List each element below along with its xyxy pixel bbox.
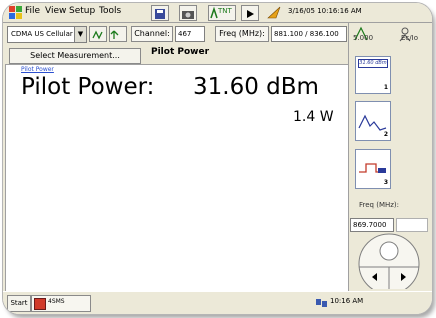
measurement-thumb-2[interactable]: 2 (355, 101, 391, 141)
status-datetime: 3/16/05 10:16:16 AM (288, 7, 362, 15)
task-button[interactable]: 4SMS (31, 295, 91, 312)
thumb-1-number: 1 (383, 84, 388, 91)
right-value-1: 5.000 (353, 34, 374, 42)
channel-input[interactable]: 467 (175, 26, 205, 42)
camera-icon[interactable] (179, 5, 197, 21)
thumb-3-number: 3 (383, 179, 388, 186)
standard-select[interactable]: CDMA US Cellular ▼ (7, 26, 87, 43)
chevron-down-icon: ▼ (74, 27, 86, 42)
standard-select-value: CDMA US Cellular (11, 30, 73, 38)
breadcrumb[interactable]: Pilot Power (21, 66, 54, 73)
tab-row: Select Measurement... Pilot Power (3, 46, 348, 64)
menu-setup[interactable]: Setup (69, 6, 95, 16)
select-measurement-button[interactable]: Select Measurement... (9, 48, 141, 64)
right-panel: 5.000 Ec/Io 31.60 dBm 1 2 3 Freq (MHz): … (348, 23, 432, 291)
freq-panel-label: Freq (MHz): (359, 201, 400, 209)
wireless-label: TNT (218, 7, 232, 15)
thumb-2-number: 2 (383, 131, 388, 138)
signal-icon[interactable] (109, 26, 127, 42)
taskbar: Start 4SMS 10:16 AM (3, 291, 432, 314)
gps-icon (267, 6, 281, 19)
freq-input[interactable]: 881.100 / 836.100 (271, 26, 347, 42)
tray-network-icon[interactable] (315, 297, 329, 309)
menu-bar: File View Setup Tools TNT 3/16/05 10:16:… (3, 3, 432, 23)
tab-pilot-power[interactable]: Pilot Power (151, 47, 209, 57)
save-icon[interactable] (151, 5, 169, 21)
screen: File View Setup Tools TNT 3/16/05 10:16:… (3, 3, 432, 314)
menu-tools[interactable]: Tools (99, 6, 121, 16)
navigation-pad[interactable] (351, 229, 427, 289)
measurement-watts: 1.4 W (293, 109, 334, 125)
thumb-1-value: 31.60 dBm (358, 59, 388, 68)
menu-file[interactable]: File (25, 6, 40, 16)
start-button[interactable]: Start (7, 295, 31, 312)
channel-mode-icon[interactable] (89, 26, 107, 42)
taskbar-time: 10:16 AM (330, 297, 364, 305)
device-frame: File View Setup Tools TNT 3/16/05 10:16:… (3, 3, 432, 314)
measurement-thumb-1[interactable]: 31.60 dBm 1 (355, 56, 391, 94)
windows-flag-icon[interactable] (9, 6, 22, 19)
measurement-label: Pilot Power: (21, 74, 155, 100)
menu-view[interactable]: View (45, 6, 66, 16)
wireless-button[interactable]: TNT (208, 5, 236, 21)
channel-label: Channel: (131, 26, 173, 42)
right-value-2: Ec/Io (401, 34, 418, 42)
play-icon[interactable] (241, 5, 259, 21)
app-icon (34, 298, 46, 310)
toolbar: CDMA US Cellular ▼ Channel: 467 Freq (MH… (3, 23, 348, 46)
task-label: 4SMS (48, 298, 65, 305)
measurement-value: 31.60 dBm (193, 74, 319, 100)
measurement-thumb-3[interactable]: 3 (355, 149, 391, 189)
freq-label: Freq (MHz): (215, 26, 269, 42)
